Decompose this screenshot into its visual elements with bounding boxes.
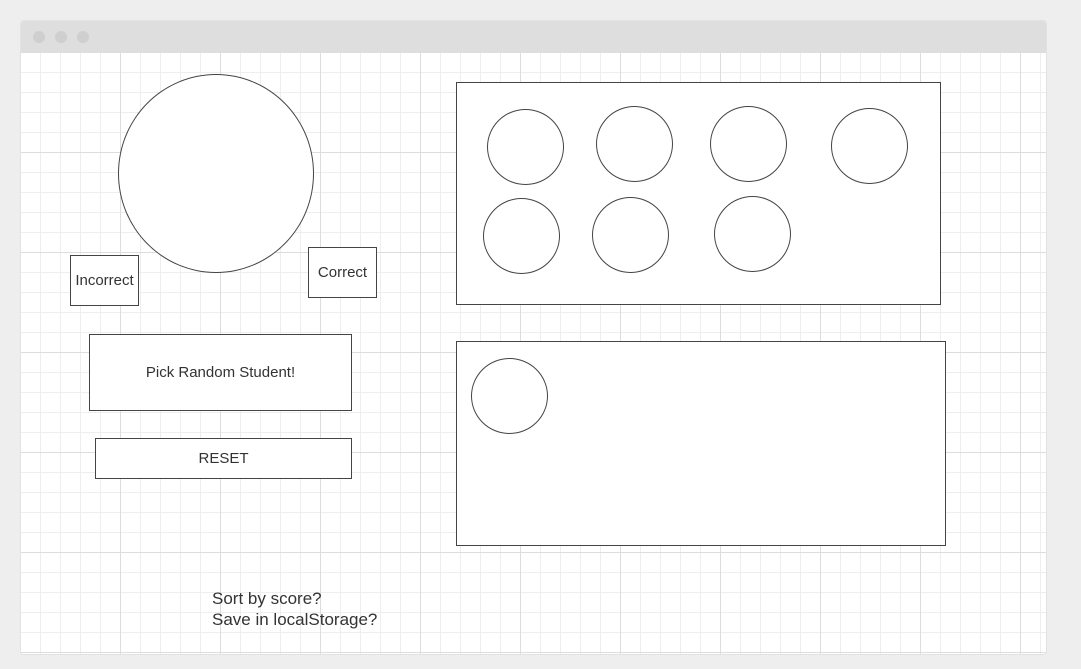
- student-circle[interactable]: [592, 197, 669, 273]
- student-circle[interactable]: [831, 108, 908, 184]
- window-dot-icon: [77, 31, 89, 43]
- student-circle[interactable]: [714, 196, 791, 272]
- student-circle[interactable]: [596, 106, 673, 182]
- window-titlebar: [21, 21, 1046, 53]
- browser-window: Incorrect Correct Pick Random Student! R…: [20, 20, 1047, 655]
- student-circle[interactable]: [710, 106, 787, 182]
- student-circle[interactable]: [483, 198, 560, 274]
- correct-button[interactable]: Correct: [308, 247, 377, 298]
- picked-student-circle[interactable]: [471, 358, 548, 434]
- student-circle[interactable]: [487, 109, 564, 185]
- window-dot-icon: [33, 31, 45, 43]
- reset-button[interactable]: RESET: [95, 438, 352, 479]
- wireframe-canvas: Incorrect Correct Pick Random Student! R…: [21, 53, 1046, 654]
- pick-random-student-button[interactable]: Pick Random Student!: [89, 334, 352, 411]
- notes-text: Sort by score? Save in localStorage?: [212, 588, 377, 630]
- incorrect-button[interactable]: Incorrect: [70, 255, 139, 306]
- note-sort-by-score: Sort by score?: [212, 589, 322, 608]
- selected-student-circle: [118, 74, 314, 273]
- window-dot-icon: [55, 31, 67, 43]
- note-save-localstorage: Save in localStorage?: [212, 610, 378, 629]
